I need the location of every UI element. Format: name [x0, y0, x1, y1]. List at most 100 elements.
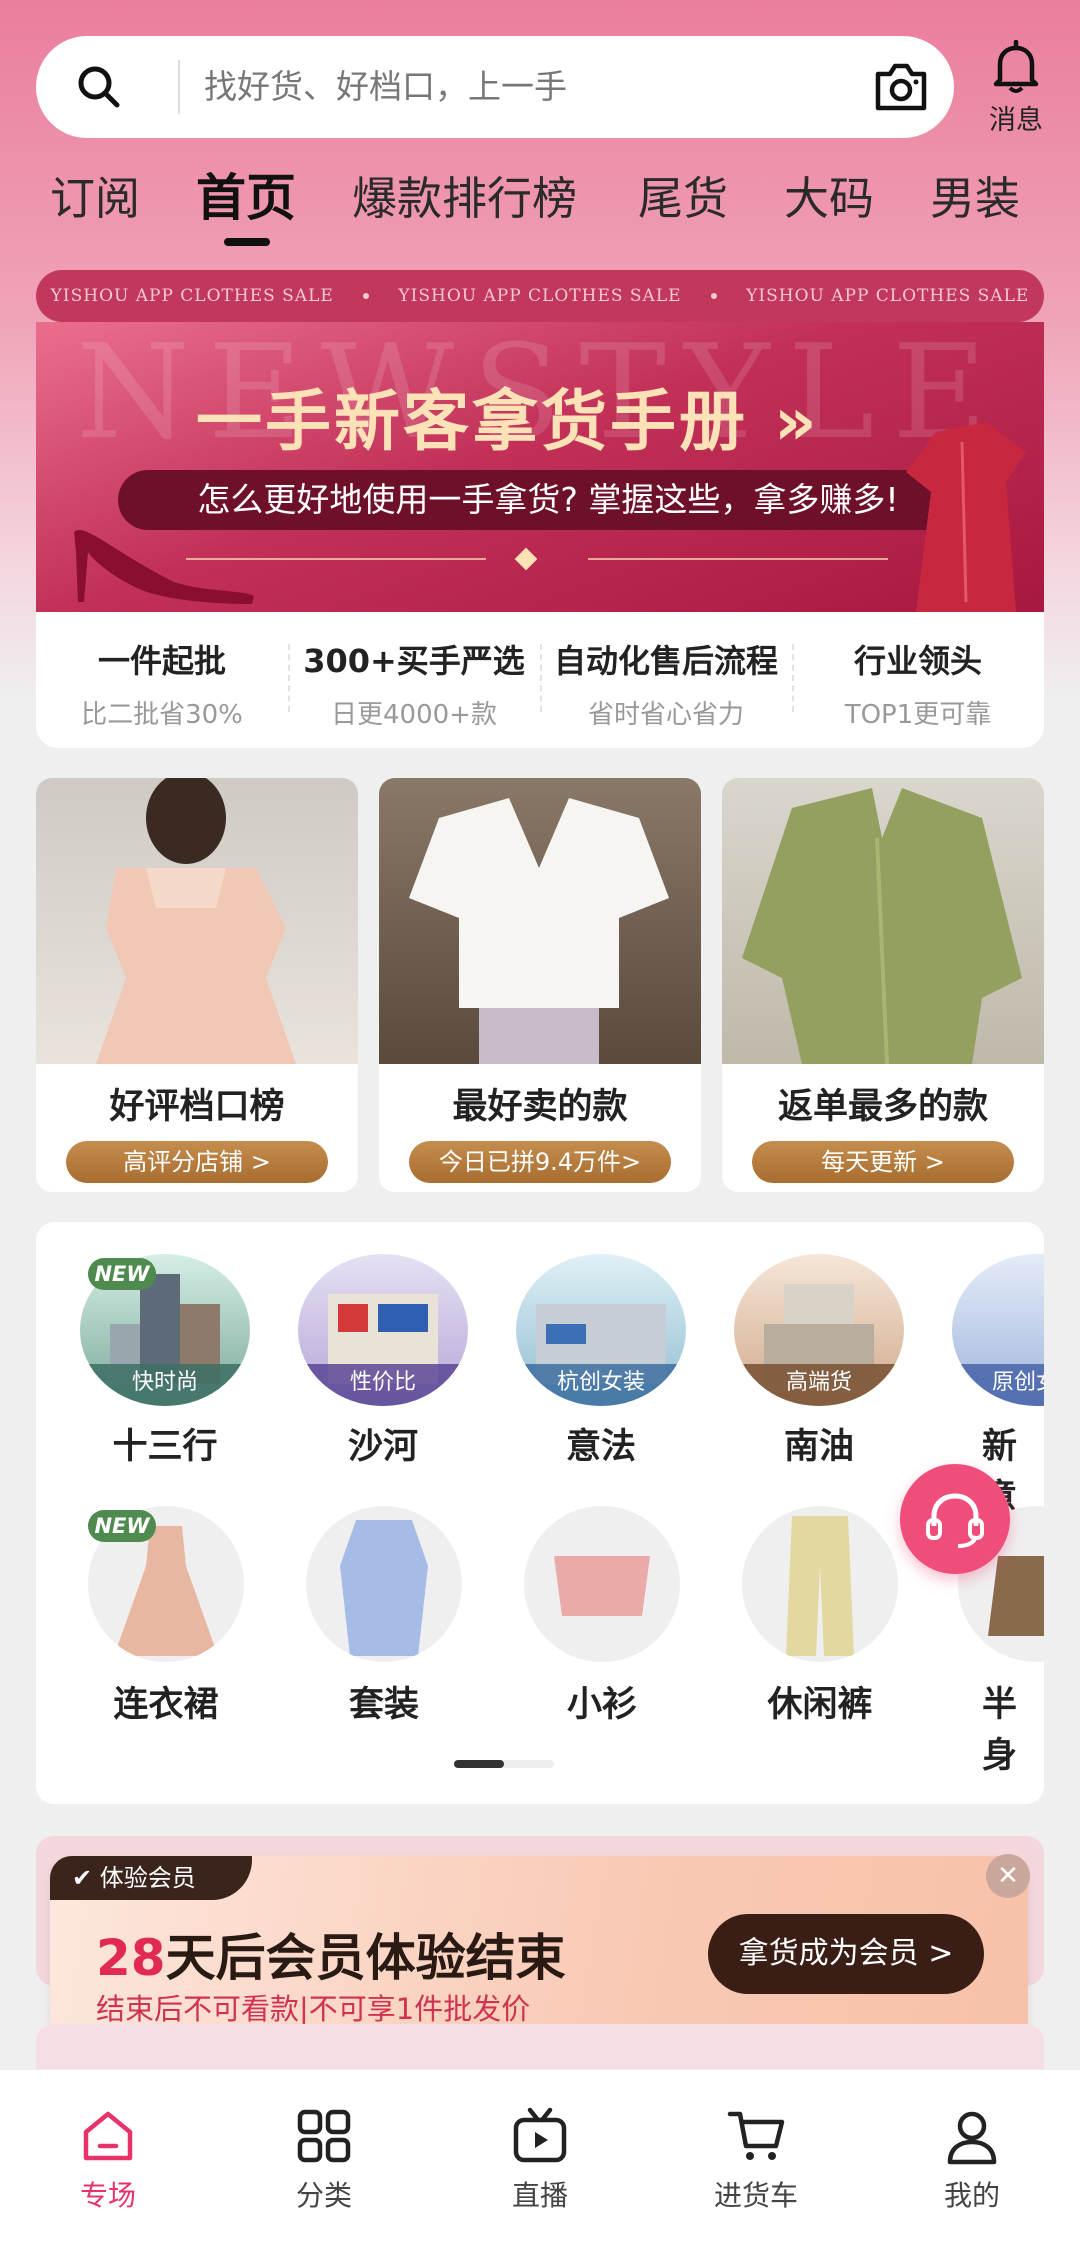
card-title: 返单最多的款 [777, 1087, 988, 1127]
market-tag: 原创女 [952, 1364, 1044, 1406]
banner-diamond [514, 547, 538, 571]
nav-profile[interactable]: 我的 [902, 2106, 1042, 2214]
market-name: 南油 [783, 1427, 854, 1467]
category-image [742, 1506, 898, 1662]
tab-hot-ranking[interactable]: 爆款排行榜 [352, 162, 577, 227]
nav-live[interactable]: 直播 [470, 2106, 610, 2214]
market-image: 性价比 [298, 1254, 468, 1406]
panel-scroll-thumb [454, 1760, 504, 1768]
blouse-image [554, 1556, 650, 1616]
card-pill[interactable]: 高评分店铺 > [66, 1141, 328, 1183]
market-nanyou[interactable]: 高端货 南油 [734, 1254, 904, 1469]
category-name: 休闲裤 [767, 1685, 873, 1725]
new-badge: NEW [88, 1510, 156, 1542]
market-image: 高端货 [734, 1254, 904, 1406]
feature-title: 一件起批 [97, 642, 226, 680]
banner-title: 一手新客拿货手册 » [196, 383, 820, 460]
banner-subtitle: 怎么更好地使用一手拿货? 掌握这些，拿多赚多! [118, 470, 978, 530]
market-name: 沙河 [347, 1427, 418, 1467]
category-image [306, 1506, 462, 1662]
become-member-button[interactable]: 拿货成为会员 > [708, 1914, 984, 1994]
market-shahe[interactable]: 性价比 沙河 [298, 1254, 468, 1469]
market-tag: 性价比 [298, 1364, 468, 1406]
bottom-navigation: 专场 分类 直播 进货车 我的 [0, 2069, 1080, 2259]
red-dress-image [906, 422, 1026, 612]
feature-title: 300+买手严选 [303, 642, 525, 680]
search-input[interactable]: 找好货、好档口，上一手 [204, 64, 567, 110]
tab-subscribe[interactable]: 订阅 [50, 162, 140, 227]
category-name: 半身 [982, 1685, 1018, 1776]
card-pill[interactable]: 今日已拼9.4万件> [409, 1141, 671, 1183]
floral-dress-image [96, 778, 296, 1064]
home-icon [83, 2111, 133, 2161]
card-pill[interactable]: 每天更新 > [752, 1141, 1014, 1183]
headset-icon [926, 1493, 984, 1548]
feature-strip: 一件起批 比二批省30% 300+买手严选 日更4000+款 自动化售后流程 省… [36, 612, 1044, 748]
feature-title: 自动化售后流程 [553, 642, 778, 680]
feature-subtitle: 省时省心省力 [587, 700, 744, 730]
market-image: 杭创女装 [516, 1254, 686, 1406]
market-yifa[interactable]: 杭创女装 意法 [516, 1254, 686, 1469]
category-tabs: 订阅 首页 爆款排行榜 尾货 大码 男装 [0, 158, 1080, 248]
feature-item: 300+买手严选 日更4000+款 [288, 612, 540, 748]
messages-label: 消息 [989, 105, 1043, 136]
messages-button[interactable]: 消息 [978, 40, 1054, 140]
member-headline: 28天后会员体验结束 [96, 1918, 566, 1990]
nav-categories[interactable]: 分类 [254, 2106, 394, 2214]
market-tag: 杭创女装 [516, 1364, 686, 1406]
category-casual-pants[interactable]: 休闲裤 [740, 1506, 900, 1727]
category-tops[interactable]: 小衫 [522, 1506, 682, 1727]
category-name: 套装 [348, 1685, 419, 1725]
tab-plus-size[interactable]: 大码 [784, 162, 874, 227]
category-name: 小衫 [566, 1685, 637, 1725]
feature-item: 一件起批 比二批省30% [36, 612, 288, 748]
category-sets[interactable]: 套装 [304, 1506, 464, 1727]
nav-label: 分类 [295, 2179, 352, 2212]
tab-home[interactable]: 首页 [196, 158, 296, 230]
market-name: 十三行 [112, 1427, 218, 1467]
close-icon[interactable]: ✕ [986, 1854, 1030, 1898]
active-tab-indicator [224, 238, 270, 246]
nav-label: 进货车 [713, 2179, 798, 2212]
product-image [36, 778, 358, 1064]
ticker-dot [363, 293, 370, 299]
best-sellers-card[interactable]: 最好卖的款 今日已拼9.4万件> [379, 778, 701, 1192]
white-blouse-image [409, 798, 669, 1064]
ticker-text: YISHOU APP CLOTHES SALE [746, 286, 1030, 306]
feature-title: 行业领头 [853, 642, 982, 680]
customer-service-button[interactable] [900, 1464, 1010, 1574]
nav-label: 我的 [943, 2179, 1000, 2212]
newcomer-guide-banner[interactable]: NEWSTYLE 一手新客拿货手册 » 怎么更好地使用一手拿货? 掌握这些，拿多… [36, 322, 1044, 612]
grid-icon [297, 2109, 351, 2163]
newcomer-guide-card[interactable]: NEWSTYLE 一手新客拿货手册 » 怎么更好地使用一手拿货? 掌握这些，拿多… [36, 322, 1044, 748]
product-image [722, 778, 1044, 1065]
top-rated-stalls-card[interactable]: 好评档口榜 高评分店铺 > [36, 778, 358, 1192]
user-icon [947, 2111, 997, 2165]
ticker-text: YISHOU APP CLOTHES SALE [50, 286, 334, 306]
tab-menswear[interactable]: 男装 [930, 162, 1020, 227]
market-tag: 高端货 [734, 1364, 904, 1406]
nav-cart[interactable]: 进货车 [686, 2106, 826, 2214]
trial-member-label: 体验会员 [99, 1864, 196, 1892]
category-name: 连衣裙 [113, 1685, 219, 1725]
olive-satin-shirt-image [742, 788, 1022, 1065]
category-image [524, 1506, 680, 1662]
camera-icon[interactable] [872, 60, 930, 114]
market-image: 原创女 [952, 1254, 1044, 1406]
search-divider [178, 60, 180, 114]
card-title: 最好卖的款 [452, 1087, 628, 1127]
nav-label: 直播 [511, 2179, 568, 2212]
market-tag: 快时尚 [80, 1364, 250, 1406]
feature-item: 自动化售后流程 省时省心省力 [540, 612, 792, 748]
days-remaining: 28 [96, 1929, 166, 1987]
most-reordered-card[interactable]: 返单最多的款 每天更新 > [722, 778, 1044, 1192]
shirt-dress-image [340, 1520, 428, 1656]
nav-featured[interactable]: 专场 [38, 2106, 178, 2214]
search-bar[interactable]: 找好货、好档口，上一手 [36, 36, 954, 138]
vip-v-icon: ✔ [72, 1864, 100, 1892]
pants-image [786, 1516, 854, 1656]
product-image [379, 778, 701, 1064]
card-title: 好评档口榜 [109, 1087, 285, 1127]
tab-clearance[interactable]: 尾货 [638, 162, 728, 227]
feature-subtitle: TOP1更可靠 [844, 700, 992, 730]
